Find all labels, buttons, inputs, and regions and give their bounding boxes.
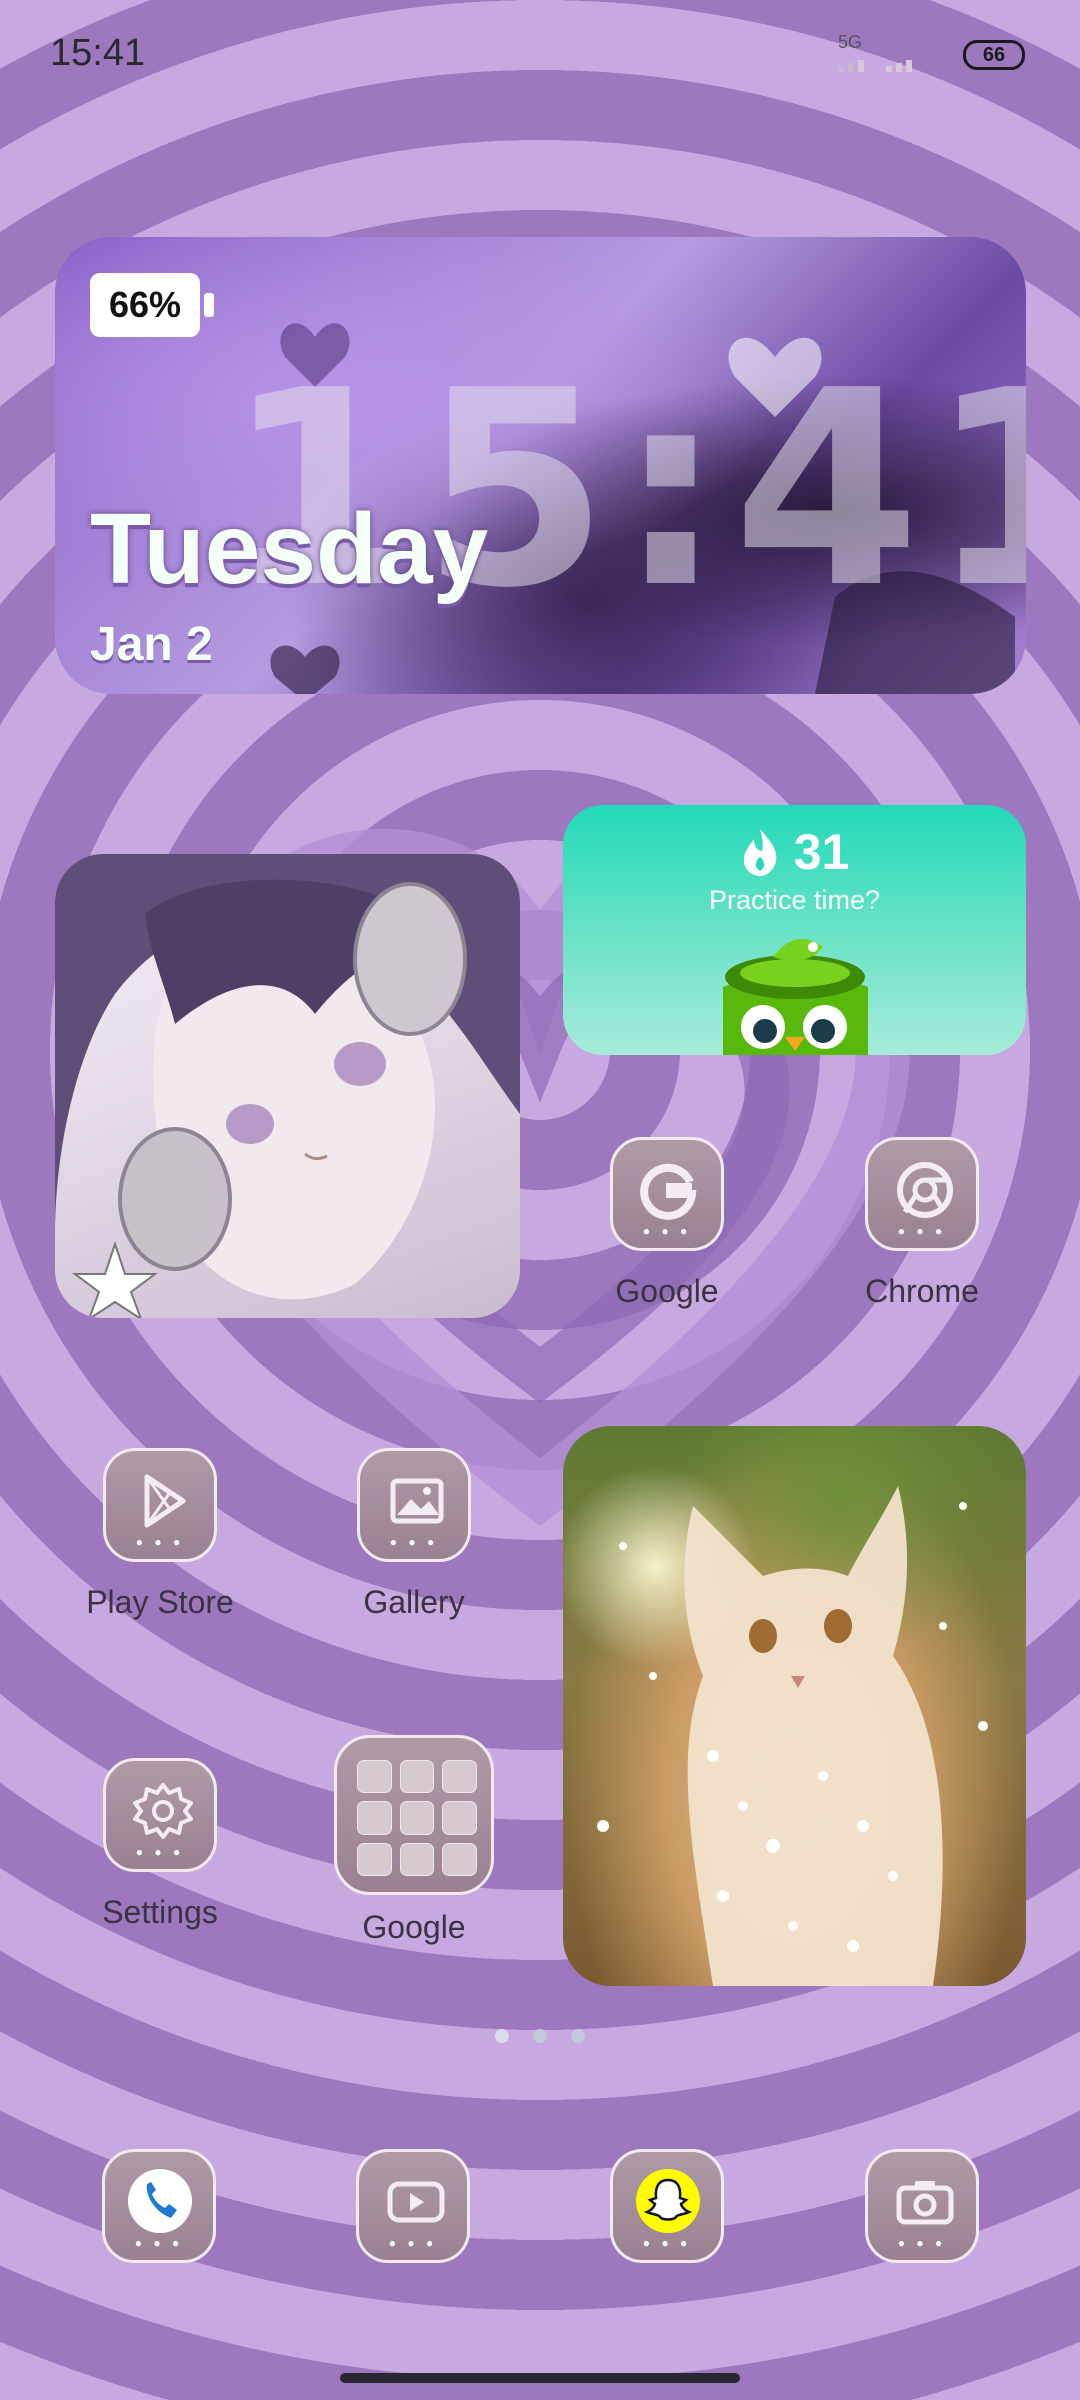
- snapchat-app-icon[interactable]: ● ● ●: [610, 2149, 724, 2263]
- weekday-label: Tuesday: [90, 493, 489, 605]
- page-dot[interactable]: [533, 2029, 547, 2043]
- icon-dots: ● ● ●: [134, 2236, 184, 2250]
- streak-count: 31: [793, 824, 850, 880]
- camera-app-icon[interactable]: ● ● ●: [865, 2149, 979, 2263]
- app-gallery[interactable]: ● ● ● Gallery: [304, 1448, 524, 1621]
- folder-label: Google: [362, 1909, 466, 1945]
- folder-app-icon: [442, 1760, 477, 1794]
- anime-portrait-image: [55, 854, 520, 1318]
- photo-widget-cat[interactable]: [563, 1426, 1026, 1986]
- app-google[interactable]: ● ● ● Google: [557, 1137, 777, 1310]
- date-label: Jan 2: [90, 618, 213, 671]
- folder-grid: [357, 1760, 477, 1876]
- google-folder-icon[interactable]: [334, 1735, 494, 1895]
- play-store-app-icon[interactable]: ● ● ●: [103, 1448, 217, 1562]
- folder-app-icon: [357, 1801, 392, 1835]
- dock-camera[interactable]: ● ● ●: [865, 2149, 979, 2263]
- phone-icon: [128, 2169, 192, 2233]
- cat-photo-image: [597, 1486, 988, 1986]
- clock-widget[interactable]: 15:41 66% Tuesday Jan 2: [55, 237, 1026, 694]
- app-chrome[interactable]: ● ● ● Chrome: [812, 1137, 1032, 1310]
- duo-owl-icon: [723, 939, 868, 1055]
- widget-battery-badge: 66%: [90, 273, 214, 337]
- folder-app-icon: [399, 1760, 435, 1794]
- gesture-nav-bar[interactable]: [340, 2373, 740, 2383]
- page-dot[interactable]: [495, 2029, 509, 2043]
- google-app-icon[interactable]: ● ● ●: [610, 1137, 724, 1251]
- page-indicator[interactable]: [0, 2029, 1080, 2043]
- app-settings[interactable]: ● ● ● Settings: [50, 1758, 270, 1931]
- gallery-icon: [390, 1478, 444, 1524]
- folder-app-icon: [399, 1801, 435, 1835]
- icon-dots: ● ● ●: [897, 1224, 947, 1238]
- battery-indicator: 66: [963, 40, 1025, 70]
- icon-dots: ● ● ●: [897, 2236, 947, 2250]
- streak-row: 31: [563, 823, 1026, 881]
- folder-app-icon: [442, 1842, 477, 1876]
- flame-icon: [743, 829, 776, 876]
- photo-widget-anime[interactable]: [55, 854, 520, 1318]
- practice-prompt: Practice time?: [708, 885, 881, 915]
- duolingo-widget[interactable]: 31 Practice time?: [563, 805, 1026, 1055]
- phone-app-icon[interactable]: ● ● ●: [102, 2149, 216, 2263]
- camera-icon: [896, 2181, 954, 2225]
- dock-youtube[interactable]: ● ● ●: [356, 2149, 470, 2263]
- app-label: Settings: [102, 1894, 218, 1930]
- app-label: Play Store: [86, 1584, 234, 1620]
- widget-battery-text: 66%: [108, 284, 182, 325]
- snapchat-icon: [636, 2169, 700, 2233]
- folder-app-icon: [357, 1842, 392, 1876]
- chrome-icon: [897, 1162, 953, 1218]
- network-type: 5G: [838, 32, 863, 52]
- youtube-app-icon[interactable]: ● ● ●: [356, 2149, 470, 2263]
- settings-app-icon[interactable]: ● ● ●: [103, 1758, 217, 1872]
- page-dot[interactable]: [571, 2029, 585, 2043]
- icon-dots: ● ● ●: [642, 2236, 692, 2250]
- app-label: Gallery: [363, 1584, 465, 1620]
- dock-snapchat[interactable]: ● ● ●: [610, 2149, 724, 2263]
- app-folder-google[interactable]: Google: [304, 1735, 524, 1946]
- status-bar: 15:41 5G 66: [0, 0, 1080, 110]
- dock-phone[interactable]: ● ● ●: [102, 2149, 216, 2263]
- icon-dots: ● ● ●: [642, 1224, 692, 1238]
- app-play-store[interactable]: ● ● ● Play Store: [50, 1448, 270, 1621]
- icon-dots: ● ● ●: [135, 1845, 185, 1859]
- status-time: 15:41: [50, 32, 146, 74]
- signal-icon: [838, 60, 912, 72]
- chrome-app-icon[interactable]: ● ● ●: [865, 1137, 979, 1251]
- play-store-icon: [144, 1474, 186, 1528]
- icon-dots: ● ● ●: [388, 2236, 438, 2250]
- folder-app-icon: [357, 1760, 392, 1794]
- folder-app-icon: [399, 1842, 435, 1876]
- gear-icon: [133, 1783, 193, 1839]
- google-g-icon: [640, 1163, 697, 1220]
- app-label: Chrome: [865, 1273, 979, 1309]
- icon-dots: ● ● ●: [135, 1535, 185, 1549]
- folder-app-icon: [442, 1801, 477, 1835]
- youtube-icon: [387, 2181, 445, 2223]
- gallery-app-icon[interactable]: ● ● ●: [357, 1448, 471, 1562]
- battery-level: 66: [982, 43, 1006, 66]
- icon-dots: ● ● ●: [389, 1535, 439, 1549]
- app-label: Google: [615, 1273, 719, 1309]
